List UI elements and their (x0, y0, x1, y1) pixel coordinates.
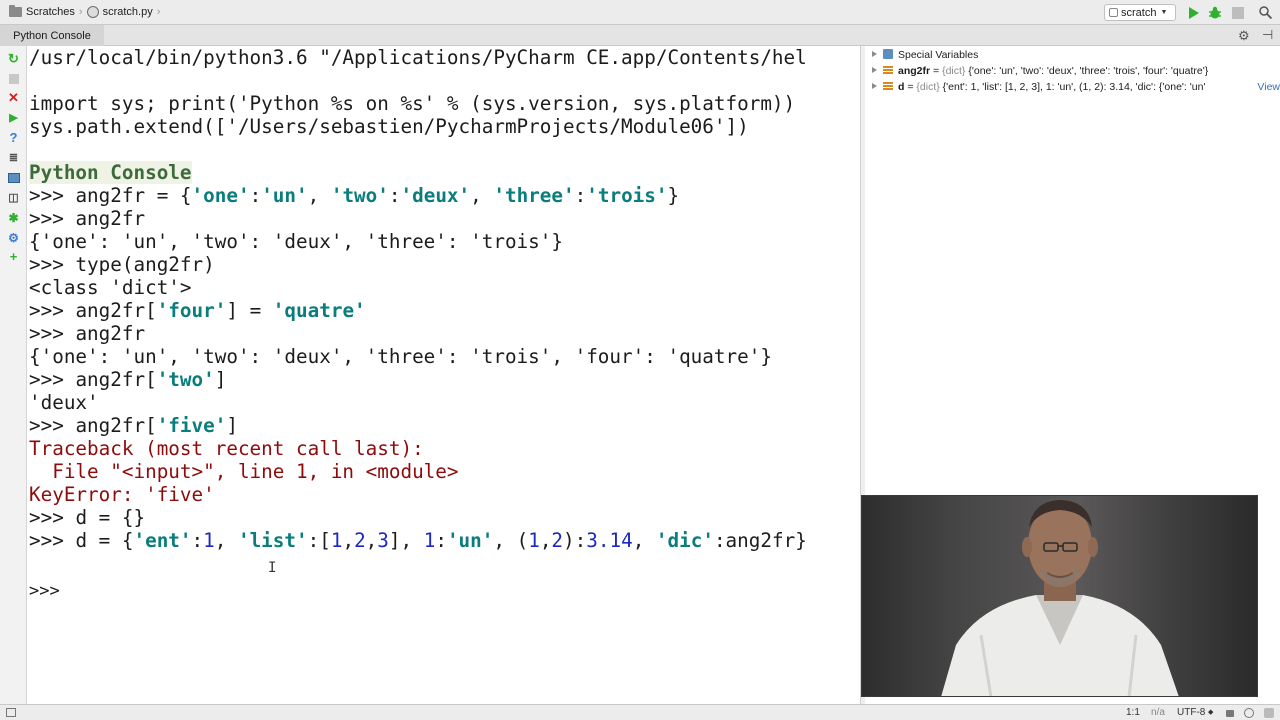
chevron-right-icon: › (156, 6, 161, 18)
expand-arrow-icon[interactable] (872, 51, 877, 57)
caret-position[interactable]: 1:1 (1126, 706, 1140, 720)
stop-console-icon[interactable] (6, 71, 21, 86)
view-link[interactable]: View (1253, 79, 1280, 95)
stop-button[interactable] (1230, 5, 1245, 20)
breadcrumb: Scratches › scratch.py › (0, 0, 164, 25)
bug-icon (1208, 6, 1221, 18)
console-line: >>> type(ang2fr) (29, 253, 215, 276)
line-separator-indicator: n/a (1151, 707, 1165, 718)
debug-button[interactable] (1207, 5, 1222, 20)
event-log-icon[interactable] (1264, 706, 1274, 720)
navigation-bar: Scratches › scratch.py › scratch ▼ (0, 0, 1280, 25)
console-line: {'one': 'un', 'two': 'deux', 'three': 't… (29, 230, 563, 253)
run-configuration-select[interactable]: scratch ▼ (1104, 4, 1176, 21)
chevron-right-icon: › (78, 6, 83, 18)
console-line: >>> ang2fr = {'one':'un', 'two':'deux', … (29, 184, 680, 207)
special-variables-icon (883, 49, 893, 59)
tool-windows-icon[interactable] (6, 706, 16, 720)
search-icon (1259, 6, 1272, 19)
close-icon[interactable]: ✕ (6, 90, 21, 105)
variable-row[interactable]: d = {dict} {'ent': 1, 'list': [1, 2, 3],… (866, 79, 1280, 95)
traceback-line: KeyError: 'five' (29, 483, 215, 506)
hide-icon[interactable]: ⊣ (1262, 27, 1273, 43)
console-line: {'one': 'un', 'two': 'deux', 'three': 't… (29, 345, 772, 368)
console-toolbar: ↻ ✕ ▶ ? ≣ ◫ ✱ ⚙ + (0, 46, 27, 704)
webcam-video (861, 495, 1258, 697)
breadcrumb-scratch-file[interactable]: scratch.py (103, 6, 153, 18)
chevron-down-icon: ◆ (1208, 709, 1214, 716)
console-line: /usr/local/bin/python3.6 "/Applications/… (29, 46, 807, 69)
gear-icon[interactable]: ⚙ (1238, 28, 1250, 44)
traceback-line: File "<input>", line 1, in <module> (29, 460, 459, 483)
run-button[interactable] (1186, 5, 1201, 20)
variables-icon[interactable] (6, 170, 21, 185)
expand-arrow-icon[interactable] (872, 67, 877, 73)
play-icon (1189, 6, 1199, 19)
soft-wrap-icon[interactable]: ≣ (6, 150, 21, 165)
tab-python-console[interactable]: Python Console (0, 25, 104, 46)
status-bar: 1:1 n/a UTF-8 ◆ (0, 704, 1280, 720)
expand-arrow-icon[interactable] (872, 83, 877, 89)
execute-icon[interactable]: ▶ (6, 110, 21, 125)
run-configuration-label: scratch (1121, 6, 1157, 19)
file-encoding[interactable]: UTF-8 (1177, 706, 1205, 720)
console-line: sys.path.extend(['/Users/sebastien/Pycha… (29, 115, 749, 138)
variables-header-row[interactable]: Special Variables (866, 47, 1280, 63)
debug-console-icon[interactable]: ✱ (6, 210, 21, 225)
console-line: >>> ang2fr['two'] (29, 368, 227, 391)
chevron-down-icon: ▼ (1160, 9, 1168, 16)
python-file-icon (86, 6, 99, 18)
hector-icon[interactable] (1244, 706, 1254, 720)
tool-window-header: Python Console ⚙ ⊣ (0, 25, 1280, 46)
lock-icon[interactable] (1226, 706, 1234, 720)
console-line: >>> ang2fr['four'] = 'quatre' (29, 299, 366, 322)
add-console-icon[interactable]: + (6, 249, 21, 264)
dict-icon (883, 66, 893, 75)
rerun-icon[interactable]: ↻ (6, 51, 21, 66)
config-icon (1109, 8, 1118, 17)
console-line: >>> d = {'ent':1, 'list':[1,2,3], 1:'un'… (29, 529, 807, 552)
console-line: <class 'dict'> (29, 276, 192, 299)
console-line: >>> ang2fr (29, 322, 146, 345)
history-icon[interactable]: ◫ (6, 190, 21, 205)
console-output[interactable]: /usr/local/bin/python3.6 "/Applications/… (28, 46, 860, 704)
console-line: import sys; print('Python %s on %s' % (s… (29, 92, 796, 115)
breadcrumb-scratches[interactable]: Scratches (26, 6, 75, 18)
help-icon[interactable]: ? (6, 130, 21, 145)
traceback-line: Traceback (most recent call last): (29, 437, 424, 460)
variable-row[interactable]: ang2fr = {dict} {'one': 'un', 'two': 'de… (866, 63, 1280, 79)
stop-icon (1231, 6, 1244, 19)
console-line: >>> ang2fr['five'] (29, 414, 238, 437)
console-line: >>> d = {} (29, 506, 146, 529)
search-everywhere-button[interactable] (1258, 5, 1273, 20)
settings-icon[interactable]: ⚙ (6, 230, 21, 245)
dict-icon (883, 82, 893, 91)
console-header: Python Console (29, 161, 192, 184)
folder-icon (9, 5, 22, 17)
console-line: >>> ang2fr (29, 207, 146, 230)
console-input-prompt[interactable]: >>> (29, 580, 60, 603)
text-cursor-icon: I (268, 560, 277, 576)
console-line: 'deux' (29, 391, 99, 414)
